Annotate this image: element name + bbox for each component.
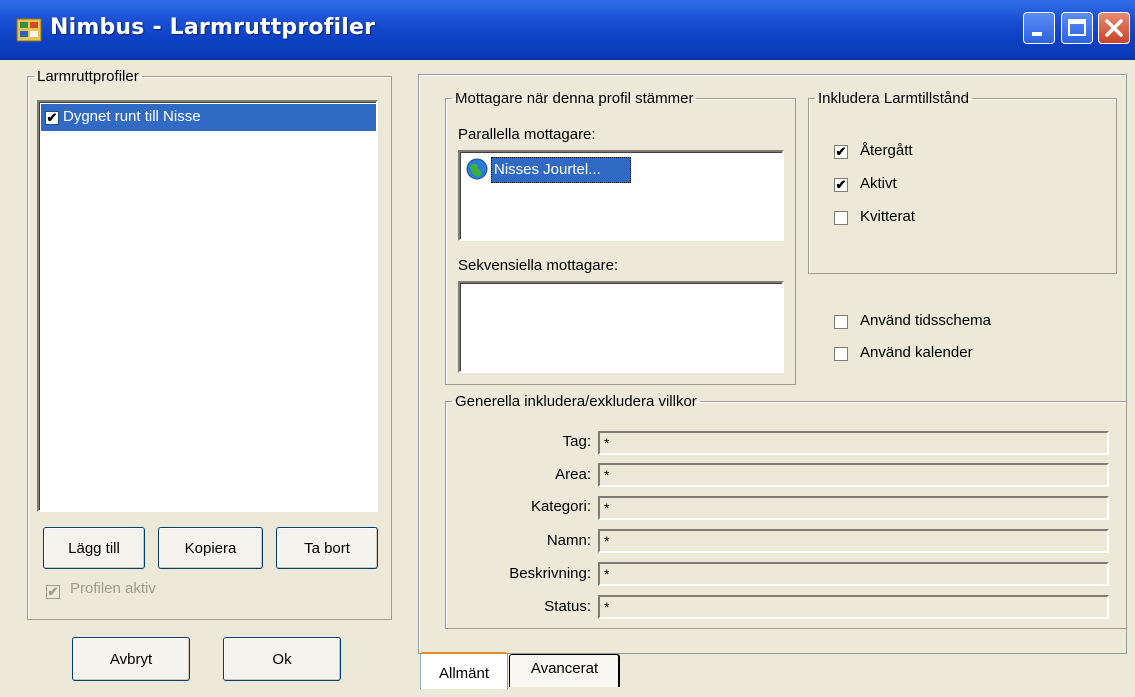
maximize-icon [1062,13,1092,43]
profile-active-checkbox[interactable]: ✔ [46,585,60,599]
tab-general-label: Allmänt [438,665,490,682]
use-calendar-label: Använd kalender [860,344,973,361]
minimize-icon [1024,13,1054,43]
tab-advanced-label: Avancerat [530,660,599,677]
use-schedule-label: Använd tidsschema [860,312,991,329]
sequential-recipients-list[interactable] [458,281,784,373]
profiles-list[interactable]: ✔ Dygnet runt till Nisse [37,100,378,512]
list-item[interactable]: Nisses Jourtel... [491,157,631,183]
sequential-recipients-label: Sekvensiella mottagare: [458,257,619,274]
area-label: Area: [555,466,591,483]
minimize-button[interactable] [1023,12,1055,44]
category-input[interactable]: * [598,496,1109,520]
parallel-recipient-label: Nisses Jourtel... [494,161,601,178]
acknowledged-checkbox[interactable] [834,211,848,225]
status-label: Status: [544,598,591,615]
description-input[interactable]: * [598,562,1109,586]
use-schedule-checkbox[interactable] [834,315,848,329]
close-button[interactable] [1098,12,1130,44]
alarm-states-group: Inkludera Larmtillstånd [808,90,1117,274]
profile-checkbox[interactable]: ✔ [45,111,59,125]
parallel-recipients-list[interactable]: Nisses Jourtel... [458,150,784,241]
tag-label: Tag: [562,433,591,450]
alarm-states-legend: Inkludera Larmtillstånd [818,90,969,107]
ok-button[interactable]: Ok [223,637,341,681]
category-label: Kategori: [530,498,591,515]
conditions-legend: Generella inkludera/exkludera villkor [455,393,697,410]
globe-icon [466,158,488,180]
acknowledged-label: Kvitterat [860,208,916,225]
window-title: Nimbus - Larmruttprofiler [50,15,376,40]
profiles-legend: Larmruttprofiler [37,68,139,85]
list-item[interactable]: ✔ Dygnet runt till Nisse [41,104,376,131]
tag-input[interactable]: * [598,431,1109,455]
app-icon [16,18,42,42]
cancel-button[interactable]: Avbryt [72,637,190,681]
recipients-legend: Mottagare när denna profil stämmer [455,90,694,107]
title-bar[interactable]: Nimbus - Larmruttprofiler [0,0,1135,60]
add-profile-button[interactable]: Lägg till [43,527,145,569]
maximize-button[interactable] [1061,12,1093,44]
restored-checkbox[interactable]: ✔ [834,145,848,159]
tab-advanced[interactable]: Avancerat [509,654,620,687]
remove-profile-button[interactable]: Ta bort [276,527,378,569]
restored-label: Återgått [860,142,913,159]
use-calendar-checkbox[interactable] [834,347,848,361]
tab-general[interactable]: Allmänt [420,652,508,689]
parallel-recipients-label: Parallella mottagare: [458,126,596,143]
profile-label: Dygnet runt till Nisse [63,108,201,125]
active-checkbox[interactable]: ✔ [834,178,848,192]
status-input[interactable]: * [598,595,1109,619]
active-label: Aktivt [860,175,897,192]
area-input[interactable]: * [598,463,1109,487]
profile-active-label: Profilen aktiv [70,580,156,597]
name-label: Namn: [546,532,591,549]
copy-profile-button[interactable]: Kopiera [158,527,263,569]
name-input[interactable]: * [598,529,1109,553]
close-icon [1099,13,1129,43]
description-label: Beskrivning: [509,565,591,582]
